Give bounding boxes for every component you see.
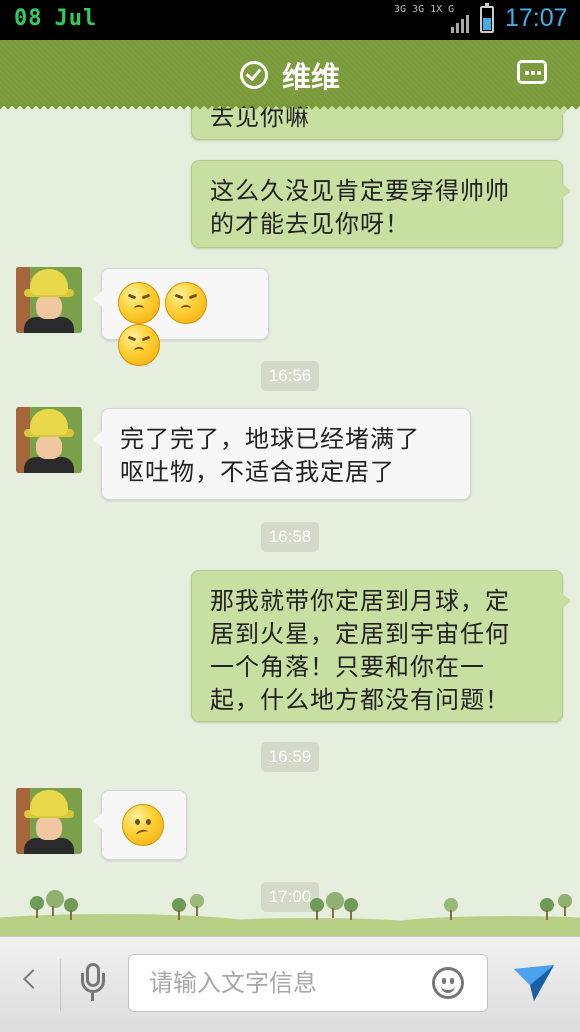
message-line: 呕吐物，不适合我定居了 bbox=[120, 458, 395, 486]
message-line: 那我就带你定居到月球，定 bbox=[210, 587, 510, 615]
timestamp: 16:56 bbox=[261, 361, 319, 391]
chat-area[interactable]: 去见你嘛 这么久没见肯定要穿得帅帅 的才能去见你呀！ 16:56 完了完了，地球… bbox=[0, 106, 580, 936]
status-bar: 08 Jul 3G 3G 1X G 17:07 bbox=[0, 0, 580, 40]
message-bubble-received[interactable] bbox=[93, 268, 269, 366]
battery-icon bbox=[480, 3, 494, 33]
signal-icon bbox=[451, 15, 469, 33]
message-line: 一个角落！只要和你在一 bbox=[210, 653, 485, 681]
status-date-day: 08 bbox=[14, 6, 43, 31]
message-bubble-received[interactable]: 完了完了，地球已经堵满了 呕吐物，不适合我定居了 bbox=[93, 408, 471, 500]
message-line: 这么久没见肯定要穿得帅帅 bbox=[210, 177, 510, 205]
input-bar bbox=[0, 936, 580, 1032]
embarrassed-face-icon bbox=[165, 282, 207, 324]
status-date: 08 Jul bbox=[14, 6, 97, 31]
chat-header: 维维 bbox=[0, 40, 580, 106]
landscape-decoration bbox=[0, 890, 580, 936]
message-bubble-sent[interactable]: 这么久没见肯定要穿得帅帅 的才能去见你呀！ bbox=[191, 160, 571, 248]
message-line: 居到火星，定居到宇宙任何 bbox=[210, 620, 510, 648]
timestamp: 16:59 bbox=[261, 742, 319, 772]
header-edge bbox=[0, 104, 580, 112]
contact-avatar[interactable] bbox=[16, 788, 82, 854]
timestamp: 16:58 bbox=[261, 522, 319, 552]
network-label: 3G 3G 1X G bbox=[394, 4, 455, 15]
smiley-icon[interactable] bbox=[432, 967, 464, 999]
network-indicator: 3G 3G 1X G bbox=[394, 5, 472, 35]
status-date-month: Jul bbox=[54, 6, 98, 31]
contact-avatar[interactable] bbox=[16, 407, 82, 473]
thinking-face-icon bbox=[122, 804, 164, 846]
send-plane-icon[interactable] bbox=[512, 963, 556, 1003]
message-line: 的才能去见你呀！ bbox=[210, 210, 410, 238]
message-line: 完了完了，地球已经堵满了 bbox=[120, 425, 420, 453]
header-title-wrap: 维维 bbox=[0, 54, 580, 96]
chat-title[interactable]: 维维 bbox=[282, 60, 340, 94]
battery-level bbox=[483, 18, 491, 30]
microphone-icon[interactable] bbox=[79, 963, 107, 1003]
chevron-left-icon[interactable] bbox=[22, 969, 34, 991]
message-line: 起，什么地方都没有问题！ bbox=[210, 686, 510, 714]
check-circle-icon bbox=[239, 61, 268, 89]
contact-avatar[interactable] bbox=[16, 267, 82, 333]
message-bubble-sent[interactable]: 那我就带你定居到月球，定 居到火星，定居到宇宙任何 一个角落！只要和你在一 起，… bbox=[191, 570, 571, 722]
divider bbox=[60, 959, 61, 1011]
more-icon[interactable] bbox=[517, 60, 547, 84]
embarrassed-face-icon bbox=[118, 324, 160, 366]
embarrassed-face-icon bbox=[118, 282, 160, 324]
message-bubble-received[interactable] bbox=[93, 790, 187, 860]
status-time: 17:07 bbox=[505, 4, 568, 32]
